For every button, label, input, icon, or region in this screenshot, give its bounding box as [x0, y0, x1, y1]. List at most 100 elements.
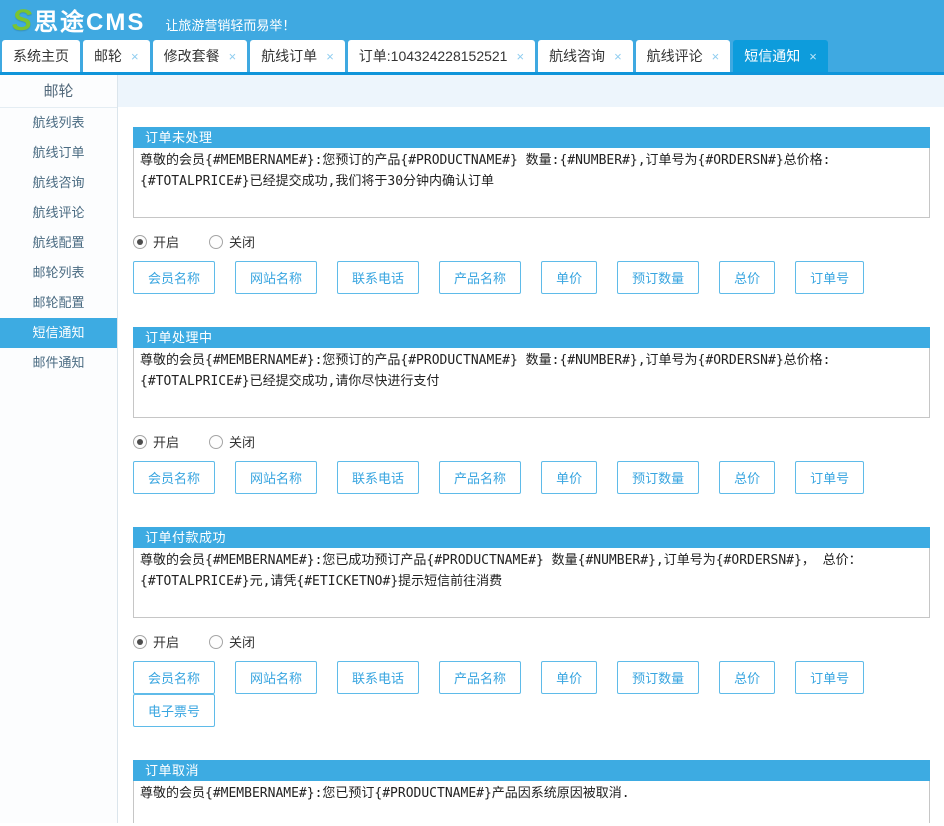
sidebar-item-航线配置[interactable]: 航线配置	[0, 228, 117, 258]
insert-tag-button-网站名称[interactable]: 网站名称	[235, 461, 317, 494]
sidebar-item-短信通知[interactable]: 短信通知	[0, 318, 117, 348]
section-title: 订单取消	[133, 760, 930, 781]
section-title: 订单未处理	[133, 127, 930, 148]
insert-tag-button-会员名称[interactable]: 会员名称	[133, 661, 215, 694]
status-radio-group: 开启 关闭	[133, 432, 930, 451]
insert-tag-button-联系电话[interactable]: 联系电话	[337, 261, 419, 294]
tab-label: 短信通知	[744, 46, 800, 66]
radio-off-icon[interactable]	[209, 235, 223, 249]
tab-close-icon[interactable]: ×	[614, 50, 622, 63]
tab-close-icon[interactable]: ×	[809, 50, 817, 63]
tab-close-icon[interactable]: ×	[131, 50, 139, 63]
insert-tag-button-单价[interactable]: 单价	[541, 461, 597, 494]
sidebar-item-邮轮列表[interactable]: 邮轮列表	[0, 258, 117, 288]
status-radio-group: 开启 关闭	[133, 232, 930, 251]
sms-template-textarea[interactable]	[133, 548, 930, 618]
insert-tag-button-总价[interactable]: 总价	[719, 461, 775, 494]
insert-tag-button-联系电话[interactable]: 联系电话	[337, 461, 419, 494]
radio-on-label: 开启	[153, 432, 179, 451]
content-area: 邮轮 航线列表航线订单航线咨询航线评论航线配置邮轮列表邮轮配置短信通知邮件通知 …	[0, 75, 944, 823]
insert-tag-button-产品名称[interactable]: 产品名称	[439, 661, 521, 694]
insert-tag-button-会员名称[interactable]: 会员名称	[133, 261, 215, 294]
sms-template-textarea[interactable]	[133, 781, 930, 823]
radio-off-icon[interactable]	[209, 435, 223, 449]
insert-tag-button-总价[interactable]: 总价	[719, 661, 775, 694]
insert-tag-button-联系电话[interactable]: 联系电话	[337, 661, 419, 694]
tab-航线评论[interactable]: 航线评论 ×	[636, 40, 731, 72]
sidebar-item-航线咨询[interactable]: 航线咨询	[0, 168, 117, 198]
logo-text: 思途CMS	[34, 2, 145, 37]
tab-label: 邮轮	[94, 46, 122, 66]
app-header: S 思途CMS 让旅游营销轻而易举！	[0, 0, 944, 40]
tab-航线订单[interactable]: 航线订单 ×	[250, 40, 345, 72]
insert-tag-button-订单号[interactable]: 订单号	[795, 661, 864, 694]
tab-label: 系统主页	[13, 46, 69, 66]
tab-短信通知[interactable]: 短信通知 ×	[733, 40, 828, 72]
sidebar-item-航线评论[interactable]: 航线评论	[0, 198, 117, 228]
radio-option-off[interactable]: 关闭	[209, 632, 255, 651]
radio-on-icon[interactable]	[133, 235, 147, 249]
radio-off-label: 关闭	[229, 232, 255, 251]
insert-tag-buttons: 会员名称网站名称联系电话产品名称单价预订数量总价订单号	[133, 261, 930, 294]
insert-tag-button-网站名称[interactable]: 网站名称	[235, 661, 317, 694]
radio-on-label: 开启	[153, 632, 179, 651]
radio-option-on[interactable]: 开启	[133, 232, 179, 251]
page: S 思途CMS 让旅游营销轻而易举！ 系统主页 邮轮 × 修改套餐 × 航线订单…	[0, 0, 944, 823]
radio-option-off[interactable]: 关闭	[209, 432, 255, 451]
insert-tag-button-预订数量[interactable]: 预订数量	[617, 661, 699, 694]
tab-close-icon[interactable]: ×	[326, 50, 334, 63]
insert-tag-button-网站名称[interactable]: 网站名称	[235, 261, 317, 294]
insert-tag-button-订单号[interactable]: 订单号	[795, 261, 864, 294]
radio-option-on[interactable]: 开启	[133, 432, 179, 451]
section-title: 订单处理中	[133, 327, 930, 348]
insert-tag-button-会员名称[interactable]: 会员名称	[133, 461, 215, 494]
insert-tag-button-产品名称[interactable]: 产品名称	[439, 261, 521, 294]
tab-close-icon[interactable]: ×	[712, 50, 720, 63]
tab-修改套餐[interactable]: 修改套餐 ×	[153, 40, 248, 72]
logo-s-icon: S	[12, 4, 32, 38]
insert-tag-button-产品名称[interactable]: 产品名称	[439, 461, 521, 494]
radio-off-label: 关闭	[229, 432, 255, 451]
sidebar-item-航线订单[interactable]: 航线订单	[0, 138, 117, 168]
sms-template-textarea[interactable]	[133, 148, 930, 218]
radio-off-label: 关闭	[229, 632, 255, 651]
tab-close-icon[interactable]: ×	[229, 50, 237, 63]
brand-tagline: 让旅游营销轻而易举！	[165, 15, 295, 34]
tab-label: 航线订单	[261, 46, 317, 66]
notification-section: 订单取消 开启 关闭 会员名称网站名称联系电话产品名称单价预订数量总价订单号	[133, 760, 930, 823]
tab-close-icon[interactable]: ×	[516, 50, 524, 63]
insert-tag-button-电子票号[interactable]: 电子票号	[133, 694, 215, 727]
insert-tag-button-订单号[interactable]: 订单号	[795, 461, 864, 494]
tab-邮轮[interactable]: 邮轮 ×	[83, 40, 150, 72]
sms-template-textarea[interactable]	[133, 348, 930, 418]
tab-bar: 系统主页 邮轮 × 修改套餐 × 航线订单 × 订单:1043242281525…	[0, 40, 944, 75]
insert-tag-button-预订数量[interactable]: 预订数量	[617, 461, 699, 494]
tab-系统主页[interactable]: 系统主页	[2, 40, 80, 72]
insert-tag-button-预订数量[interactable]: 预订数量	[617, 261, 699, 294]
insert-tag-button-总价[interactable]: 总价	[719, 261, 775, 294]
sidebar-item-邮件通知[interactable]: 邮件通知	[0, 348, 117, 378]
sidebar-menu: 航线列表航线订单航线咨询航线评论航线配置邮轮列表邮轮配置短信通知邮件通知	[0, 108, 117, 378]
insert-tag-button-单价[interactable]: 单价	[541, 661, 597, 694]
logo[interactable]: S 思途CMS	[12, 2, 145, 38]
radio-on-icon[interactable]	[133, 435, 147, 449]
insert-tag-buttons: 会员名称网站名称联系电话产品名称单价预订数量总价订单号	[133, 461, 930, 494]
radio-off-icon[interactable]	[209, 635, 223, 649]
radio-on-icon[interactable]	[133, 635, 147, 649]
tab-label: 修改套餐	[164, 46, 220, 66]
tab-label: 订单:104324228152521	[359, 46, 508, 66]
radio-option-on[interactable]: 开启	[133, 632, 179, 651]
radio-on-label: 开启	[153, 232, 179, 251]
notification-section: 订单付款成功 开启 关闭 会员名称网站名称联系电话产品名称单价预订数量总价订单号…	[133, 527, 930, 727]
toolbar-strip	[118, 75, 944, 107]
section-title: 订单付款成功	[133, 527, 930, 548]
sidebar-item-航线列表[interactable]: 航线列表	[0, 108, 117, 138]
tab-label: 航线咨询	[549, 46, 605, 66]
notification-section: 订单未处理 开启 关闭 会员名称网站名称联系电话产品名称单价预订数量总价订单号	[133, 127, 930, 294]
radio-option-off[interactable]: 关闭	[209, 232, 255, 251]
insert-tag-button-单价[interactable]: 单价	[541, 261, 597, 294]
notification-sections: 订单未处理 开启 关闭 会员名称网站名称联系电话产品名称单价预订数量总价订单号 …	[118, 107, 944, 823]
tab-航线咨询[interactable]: 航线咨询 ×	[538, 40, 633, 72]
sidebar-item-邮轮配置[interactable]: 邮轮配置	[0, 288, 117, 318]
tab-订单:104324228152521[interactable]: 订单:104324228152521 ×	[348, 40, 535, 72]
